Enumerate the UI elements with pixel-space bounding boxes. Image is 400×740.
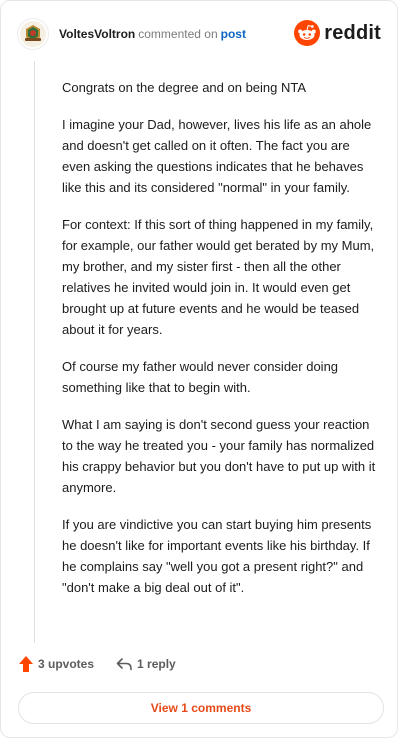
user-avatar[interactable] (17, 18, 49, 50)
reply-arrow-icon (116, 658, 132, 671)
view-comments-button[interactable]: View 1 comments (18, 692, 384, 724)
comment-card: VoltesVoltron commented on post reddit Con… (0, 0, 398, 738)
reddit-brand[interactable]: reddit (294, 20, 381, 46)
comment-paragraph: If you are vindictive you can start buyi… (62, 517, 372, 595)
avatar-icon (20, 21, 46, 47)
comment-actions: 3 upvotes 1 reply (19, 656, 176, 672)
comment-paragraph: Of course my father would never consider… (62, 359, 339, 395)
thread-line[interactable] (34, 61, 35, 643)
reply-button[interactable]: 1 reply (116, 657, 176, 671)
upvote-button[interactable]: 3 upvotes (19, 656, 94, 672)
reddit-logo-icon (294, 20, 321, 46)
comment-paragraph: What I am saying is don't second guess y… (62, 417, 376, 495)
comment-body: Congrats on the degree and on being NTA … (62, 77, 376, 614)
post-link[interactable]: post (221, 27, 246, 41)
upvote-arrow-icon (19, 656, 33, 672)
comment-meta: VoltesVoltron commented on post (59, 26, 246, 42)
commented-on-text: commented on (138, 27, 218, 41)
comment-paragraph: Congrats on the degree and on being NTA (62, 80, 307, 95)
comment-paragraph: For context: If this sort of thing happe… (62, 217, 375, 337)
comment-paragraph: I imagine your Dad, however, lives his l… (62, 117, 372, 195)
username-link[interactable]: VoltesVoltron (59, 27, 135, 41)
reply-count: 1 reply (137, 657, 176, 671)
brand-name: reddit (324, 21, 381, 44)
upvote-count: 3 upvotes (38, 657, 95, 671)
comment-header: VoltesVoltron commented on post reddit (17, 17, 381, 51)
